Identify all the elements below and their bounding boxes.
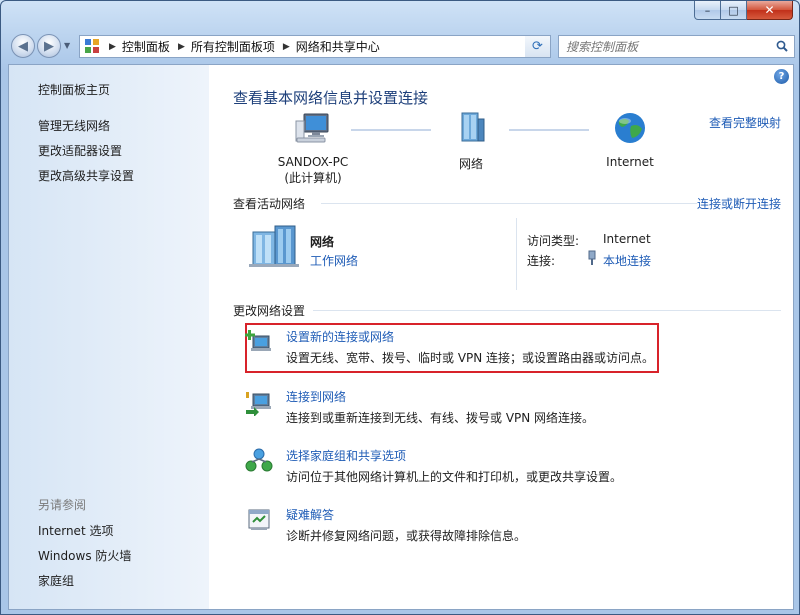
active-networks-heading: 查看活动网络	[233, 197, 306, 211]
task-description: 访问位于其他网络计算机上的文件和打印机，或更改共享设置。	[286, 470, 623, 484]
vertical-divider	[516, 218, 517, 290]
breadcrumb: ▶ 控制面板 ▶ 所有控制面板项 ▶ 网络和共享中心	[101, 36, 380, 57]
task-link[interactable]: 连接到网络	[286, 388, 346, 405]
caption-buttons: – □ ✕	[694, 1, 793, 21]
control-panel-icon	[85, 38, 101, 55]
maximize-button[interactable]: □	[721, 1, 747, 20]
network-node-label: 网络	[458, 157, 483, 171]
sidebar-item-windows-firewall[interactable]: Windows 防火墙	[38, 547, 131, 564]
breadcrumb-separator-icon[interactable]: ▶	[283, 42, 290, 52]
change-settings-heading: 更改网络设置	[233, 304, 306, 318]
page-title: 查看基本网络信息并设置连接	[233, 89, 429, 107]
network-type-link[interactable]: 工作网络	[310, 252, 358, 269]
search-input[interactable]	[566, 39, 756, 54]
minimize-icon: –	[704, 3, 711, 17]
divider	[321, 203, 697, 204]
window-frame: – □ ✕ ◀ ▶ ▼ ▶ 控制面板 ▶ 所有控制面板项 ▶ 网络和共享中心 ▼	[0, 0, 800, 615]
task-link[interactable]: 选择家庭组和共享选项	[286, 447, 406, 464]
local-connection-link[interactable]: 本地连接	[603, 252, 651, 269]
sidebar: 控制面板主页 管理无线网络 更改适配器设置 更改高级共享设置 另请参阅 Inte…	[9, 65, 209, 609]
work-network-icon[interactable]	[249, 224, 301, 268]
new-connection-icon	[245, 330, 271, 351]
access-type-label: 访问类型:	[527, 234, 580, 248]
maximize-icon: □	[728, 3, 739, 17]
recent-pages-dropdown[interactable]: ▼	[64, 41, 70, 50]
breadcrumb-separator-icon[interactable]: ▶	[109, 42, 116, 52]
task-description: 诊断并修复网络问题，或获得故障排除信息。	[286, 529, 527, 543]
divider	[313, 310, 781, 311]
internet-node-label: Internet	[606, 155, 654, 169]
task-description: 连接到或重新连接到无线、有线、拨号或 VPN 网络连接。	[286, 411, 595, 425]
search-icon[interactable]	[776, 40, 788, 52]
refresh-icon: ⟳	[532, 39, 543, 54]
troubleshoot-icon	[248, 509, 270, 530]
close-icon: ✕	[764, 3, 775, 17]
see-also-heading: 另请参阅	[38, 498, 87, 512]
computer-name: SANDOX-PC	[277, 155, 349, 169]
back-button[interactable]: ◀	[11, 34, 35, 58]
forward-button[interactable]: ▶	[37, 34, 61, 58]
address-bar[interactable]: ▶ 控制面板 ▶ 所有控制面板项 ▶ 网络和共享中心 ▼	[79, 35, 549, 58]
task-link[interactable]: 疑难解答	[286, 506, 334, 523]
close-button[interactable]: ✕	[747, 1, 793, 20]
view-full-map-link[interactable]: 查看完整映射	[709, 114, 781, 131]
map-link-computer-network	[351, 129, 431, 131]
navigation-bar: ◀ ▶ ▼ ▶ 控制面板 ▶ 所有控制面板项 ▶ 网络和共享中心 ▼ ⟳	[7, 33, 795, 59]
sidebar-item-homegroup[interactable]: 家庭组	[38, 572, 74, 589]
homegroup-icon	[245, 448, 273, 472]
computer-subtitle: (此计算机)	[284, 171, 342, 185]
back-arrow-icon: ◀	[18, 38, 28, 54]
connect-network-icon	[246, 392, 271, 416]
refresh-button[interactable]: ⟳	[525, 35, 551, 58]
search-box[interactable]	[558, 35, 795, 58]
sidebar-item-adapter-settings[interactable]: 更改适配器设置	[38, 142, 122, 159]
globe-icon	[615, 113, 645, 143]
access-type-value: Internet	[603, 232, 651, 246]
active-network-name: 网络	[310, 235, 335, 249]
breadcrumb-network-center[interactable]: 网络和共享中心	[296, 38, 380, 55]
sidebar-item-sharing-settings[interactable]: 更改高级共享设置	[38, 167, 134, 184]
map-node-computer[interactable]: SANDOX-PC (此计算机)	[265, 111, 361, 186]
ethernet-icon	[588, 250, 596, 265]
content-area: 控制面板主页 管理无线网络 更改适配器设置 更改高级共享设置 另请参阅 Inte…	[8, 64, 794, 610]
connect-disconnect-link[interactable]: 连接或断开连接	[697, 195, 781, 212]
network-icon	[461, 112, 485, 142]
sidebar-item-internet-options[interactable]: Internet 选项	[38, 522, 113, 539]
main-panel: ? 查看基本网络信息并设置连接 查看完整映射 SANDOX-PC (此计算机)	[209, 65, 793, 609]
forward-arrow-icon: ▶	[44, 38, 54, 54]
breadcrumb-all-items[interactable]: 所有控制面板项	[191, 38, 275, 55]
map-node-network[interactable]: 网络	[441, 111, 501, 172]
task-link[interactable]: 设置新的连接或网络	[286, 328, 394, 345]
connections-label: 连接:	[527, 254, 556, 268]
sidebar-item-control-panel-home[interactable]: 控制面板主页	[38, 81, 110, 98]
sidebar-item-manage-wireless[interactable]: 管理无线网络	[38, 117, 110, 134]
breadcrumb-control-panel[interactable]: 控制面板	[122, 38, 170, 55]
map-node-internet[interactable]: Internet	[599, 111, 661, 169]
minimize-button[interactable]: –	[694, 1, 721, 20]
computer-icon	[295, 113, 329, 143]
help-icon[interactable]: ?	[774, 69, 789, 84]
task-description: 设置无线、宽带、拨号、临时或 VPN 连接；或设置路由器或访问点。	[286, 351, 655, 365]
map-link-network-internet	[509, 129, 589, 131]
breadcrumb-separator-icon[interactable]: ▶	[178, 42, 185, 52]
